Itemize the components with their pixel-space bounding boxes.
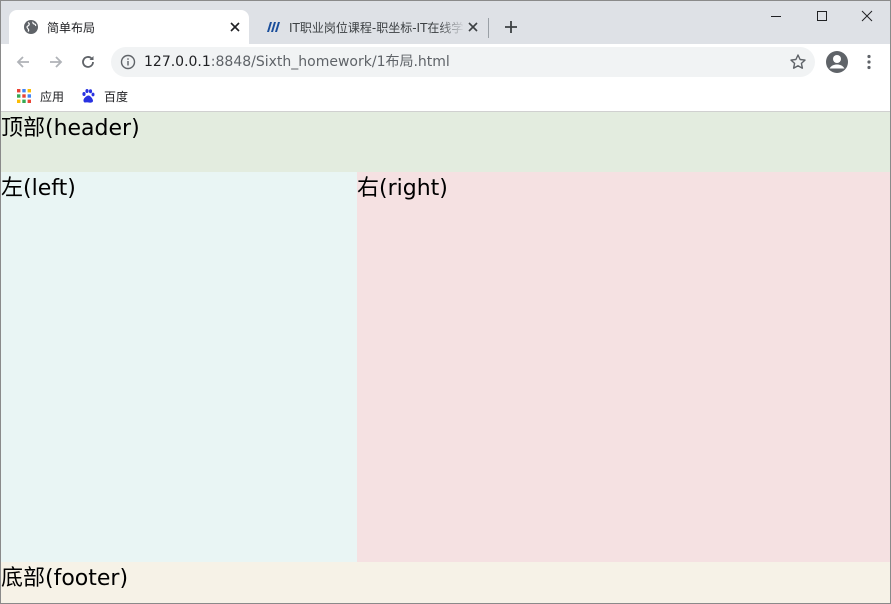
info-icon[interactable] [120, 54, 136, 70]
forward-button[interactable] [43, 49, 69, 75]
back-arrow-icon [16, 56, 29, 68]
new-tab-button[interactable] [500, 16, 522, 38]
bookmark-baidu[interactable]: 百度 [80, 86, 128, 106]
bookmark-apps[interactable]: 应用 [16, 86, 64, 106]
header-section: 顶部(header) [1, 112, 890, 172]
plus-icon [505, 21, 517, 33]
tab-title: 简单布局 [47, 20, 96, 35]
url-path: :8848/Sixth_homework/1布局.html [210, 54, 450, 70]
left-section: 左(left) [1, 172, 357, 562]
profile-avatar-icon[interactable] [825, 50, 849, 74]
back-button[interactable] [10, 49, 36, 75]
tab-close-icon[interactable] [227, 19, 243, 35]
kebab-menu-icon [867, 54, 871, 70]
url-text[interactable]: 127.0.0.1:8848/Sixth_homework/1布局.html [144, 47, 450, 77]
maximize-icon [817, 11, 827, 21]
zhizuobiao-logo-icon [267, 22, 280, 32]
address-bar[interactable]: 127.0.0.1:8848/Sixth_homework/1布局.html [111, 47, 815, 77]
bookmarks-bar: 应用 百度 [1, 80, 890, 112]
maximize-button[interactable] [799, 1, 845, 31]
tab-close-icon[interactable] [465, 19, 481, 35]
tab-strip: 简单布局 IT职业岗位课程-职坐标-IT在线学 [1, 1, 890, 44]
browser-menu-button[interactable] [859, 51, 879, 73]
reload-button[interactable] [75, 49, 101, 75]
baidu-paw-icon [82, 89, 95, 103]
right-section: 右(right) [357, 172, 890, 562]
minimize-button[interactable] [753, 1, 799, 31]
tab-separator [488, 18, 489, 38]
bookmark-star-icon[interactable] [789, 53, 807, 71]
footer-section: 底部(footer) [1, 562, 890, 603]
tab-zhizuobiao[interactable]: IT职业岗位课程-职坐标-IT在线学 [251, 10, 487, 44]
url-host: 127.0.0.1 [144, 54, 211, 70]
browser-window: 简单布局 IT职业岗位课程-职坐标-IT在线学 127.0.0.1:8848/S… [0, 0, 891, 604]
browser-toolbar: 127.0.0.1:8848/Sixth_homework/1布局.html [1, 44, 890, 80]
forward-arrow-icon [50, 56, 63, 68]
close-icon [861, 10, 873, 22]
bookmark-label: 应用 [40, 89, 65, 104]
page-viewport: 顶部(header) 左(left) 右(right) 底部(footer) [1, 112, 890, 603]
close-window-button[interactable] [844, 1, 890, 31]
reload-icon [82, 56, 94, 68]
apps-grid-icon [17, 89, 31, 103]
tab-title: IT职业岗位课程-职坐标-IT在线学 [289, 20, 464, 35]
bookmark-label: 百度 [104, 89, 129, 104]
globe-icon [24, 20, 38, 34]
minimize-icon [771, 16, 781, 17]
tab-simple-layout[interactable]: 简单布局 [9, 10, 249, 44]
